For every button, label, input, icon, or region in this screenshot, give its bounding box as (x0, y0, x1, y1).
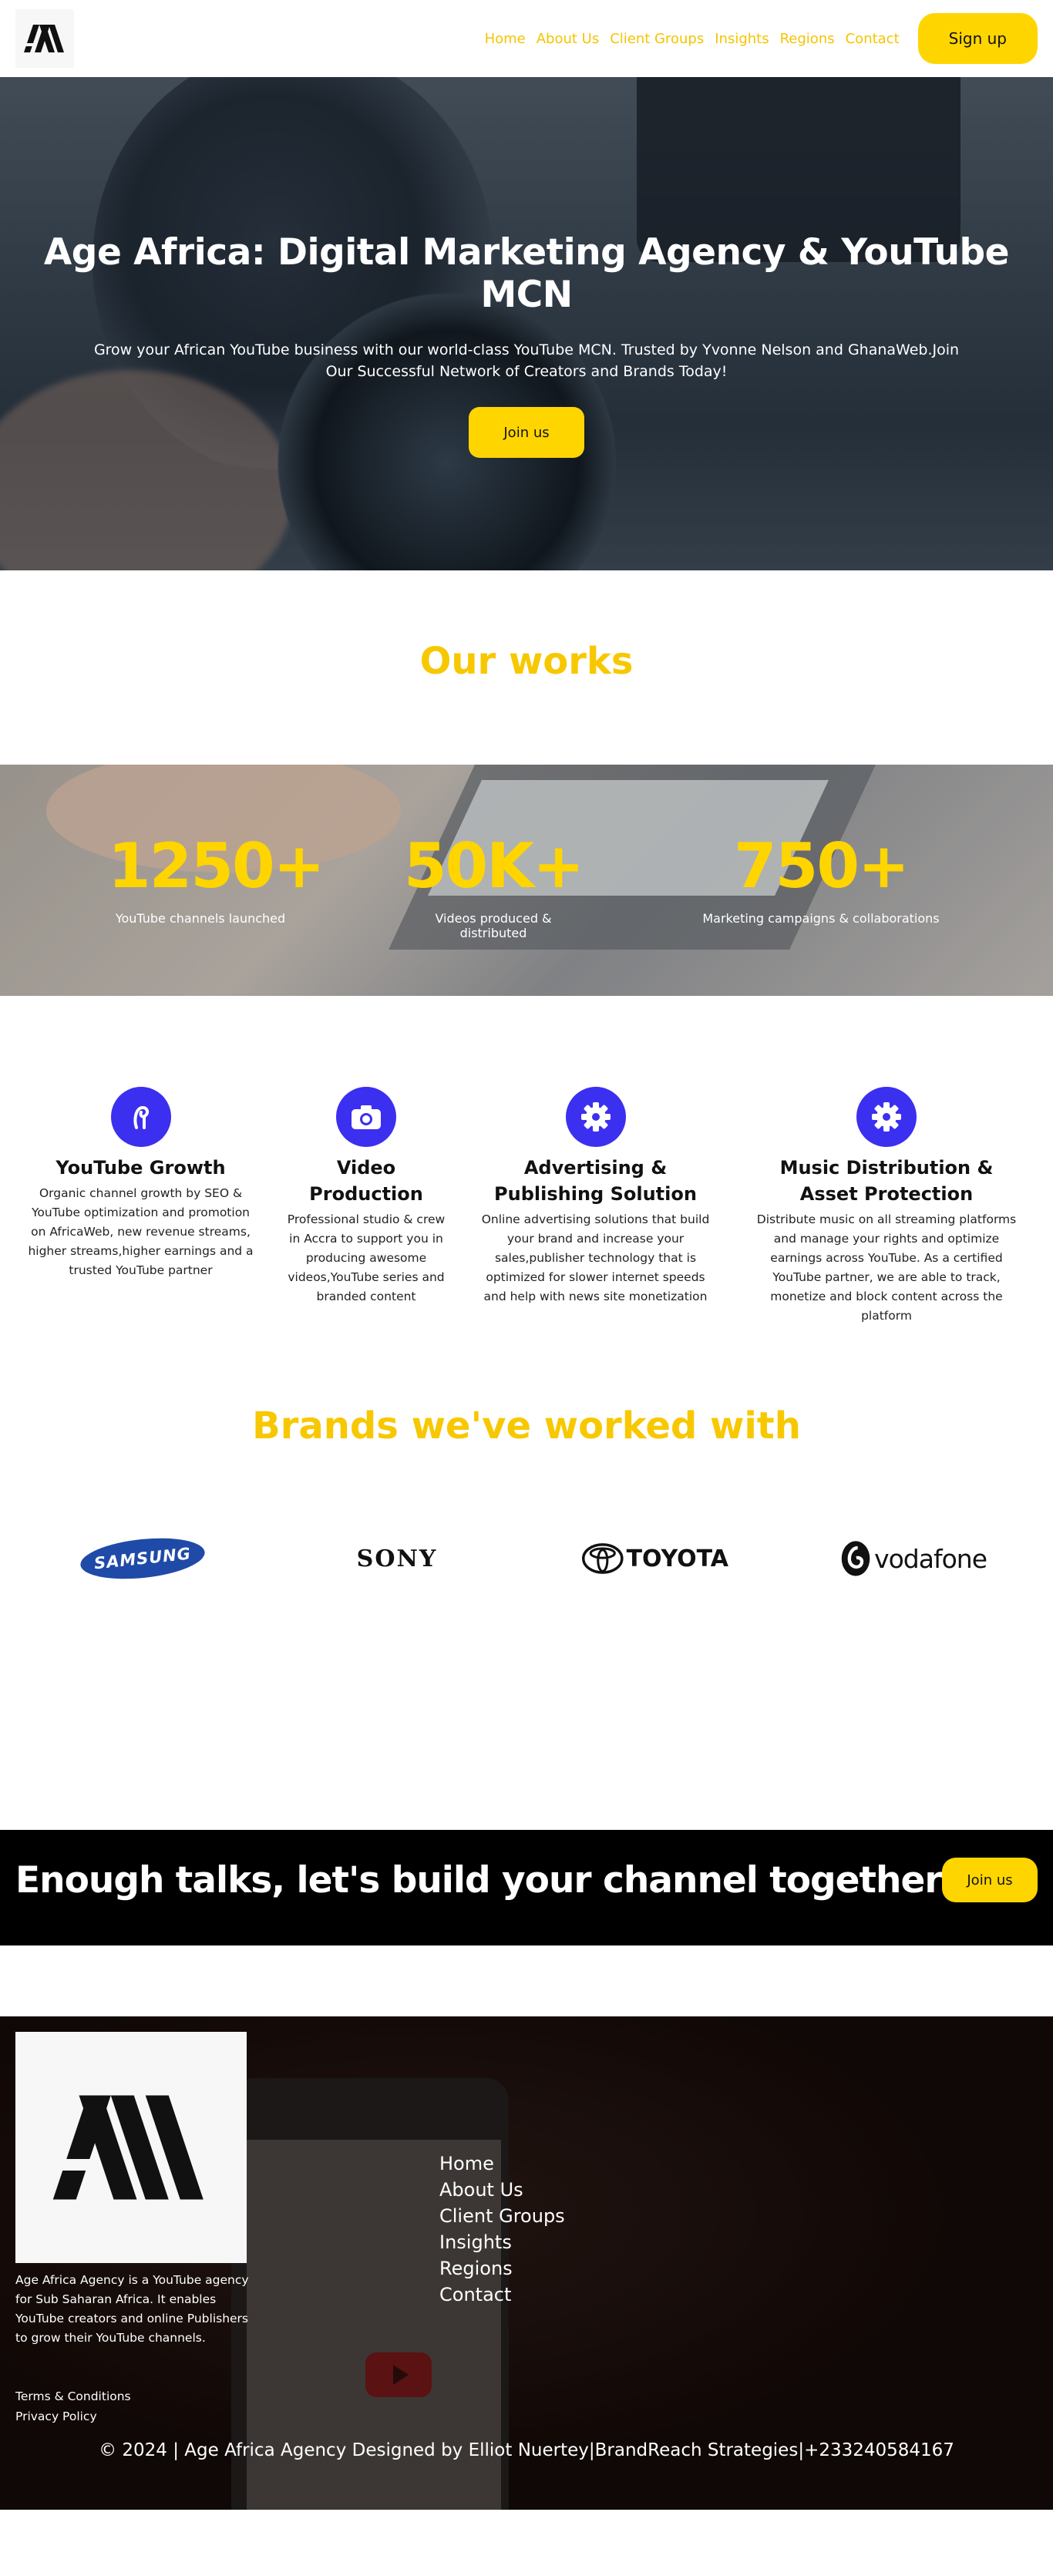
brands-section: SAMSUNG SONY TOYOTA vodafone (0, 1532, 1053, 1830)
stat-label: YouTube channels launched (115, 911, 286, 926)
footer-nav-regions[interactable]: Regions (439, 2255, 565, 2282)
footer-nav-home[interactable]: Home (439, 2151, 565, 2177)
brand-logo-toyota: TOYOTA (582, 1535, 728, 1582)
gear-icon (856, 1087, 917, 1147)
cta-heading: Enough talks, let's build your channel t… (15, 1858, 943, 1902)
stat-videos: 50K+ Videos produced & distributed (401, 830, 586, 941)
service-description: Professional studio & crew in Accra to s… (287, 1212, 446, 1303)
services-section: YouTube Growth Organic channel growth by… (0, 996, 1053, 1397)
stats-section: 1250+ YouTube channels launched 50K+ Vid… (0, 765, 1053, 996)
logo-icon (24, 25, 64, 52)
cta-join-button[interactable]: Join us (942, 1858, 1038, 1902)
section-spacer (0, 1945, 1053, 2016)
brand-logo-samsung: SAMSUNG (77, 1532, 208, 1585)
service-title: Music Distribution & Asset Protection (779, 1157, 994, 1205)
stat-value: 750+ (733, 830, 910, 902)
main-nav: Home About Us Client Groups Insights Reg… (485, 13, 1038, 64)
stat-label: Videos produced & distributed (435, 911, 552, 940)
growth-icon (110, 1087, 171, 1147)
service-title: Video Production (309, 1157, 423, 1205)
brand-logo-sony: SONY (339, 1535, 455, 1582)
brand-logo-vodafone: vodafone (840, 1535, 987, 1582)
stat-value: 50K+ (403, 830, 584, 902)
footer-nav: Home About Us Client Groups Insights Reg… (439, 2151, 565, 2308)
site-header: Home About Us Client Groups Insights Reg… (0, 0, 1053, 77)
service-title: Advertising & Publishing Solution (494, 1157, 697, 1205)
footer-nav-insights[interactable]: Insights (439, 2229, 565, 2255)
nav-home[interactable]: Home (485, 31, 526, 47)
brand-name: TOYOTA (626, 1545, 728, 1572)
footer-nav-about-us[interactable]: About Us (439, 2177, 565, 2203)
nav-client-groups[interactable]: Client Groups (610, 31, 704, 47)
service-description: Distribute music on all streaming platfo… (756, 1212, 1017, 1323)
nav-about-us[interactable]: About Us (537, 31, 600, 47)
privacy-link[interactable]: Privacy Policy (15, 2406, 131, 2426)
service-youtube-growth: YouTube Growth Organic channel growth by… (23, 1087, 258, 1280)
page-bottom-space (0, 2510, 1053, 2576)
signup-button[interactable]: Sign up (917, 13, 1038, 64)
camera-icon (336, 1087, 396, 1147)
hero-content: Age Africa: Digital Marketing Agency & Y… (0, 77, 1053, 570)
footer-legal-links: Terms & Conditions Privacy Policy (15, 2386, 131, 2426)
vodafone-emblem-icon (841, 1541, 870, 1576)
nav-regions[interactable]: Regions (780, 31, 835, 47)
nav-contact[interactable]: Contact (846, 31, 900, 47)
site-logo[interactable] (15, 9, 74, 68)
service-description: Organic channel growth by SEO & YouTube … (28, 1186, 254, 1277)
hero-section: Age Africa: Digital Marketing Agency & Y… (0, 77, 1053, 570)
toyota-emblem-icon (582, 1543, 624, 1574)
footer-nav-client-groups[interactable]: Client Groups (439, 2203, 565, 2229)
service-music-distribution: Music Distribution & Asset Protection Di… (748, 1087, 1025, 1326)
stat-campaigns: 750+ Marketing campaigns & collaboration… (694, 836, 948, 926)
brands-title: Brands we've worked with (252, 1404, 801, 1448)
stat-value: 1250+ (108, 830, 325, 902)
hero-subtitle: Grow your African YouTube business with … (93, 341, 960, 380)
service-advertising: Advertising & Publishing Solution Online… (474, 1087, 717, 1306)
hero-join-button[interactable]: Join us (469, 407, 584, 458)
gear-icon (565, 1087, 626, 1147)
service-video-production: Video Production Professional studio & c… (281, 1087, 451, 1306)
stat-channels: 1250+ YouTube channels launched (108, 830, 325, 926)
brand-name: SAMSUNG (93, 1544, 193, 1573)
footer-logo[interactable] (15, 2032, 247, 2263)
logo-icon (52, 2095, 204, 2200)
brand-name: SONY (356, 1545, 438, 1572)
terms-link[interactable]: Terms & Conditions (15, 2386, 131, 2406)
service-description: Online advertising solutions that build … (481, 1212, 710, 1303)
footer-nav-contact[interactable]: Contact (439, 2282, 565, 2308)
nav-insights[interactable]: Insights (715, 31, 769, 47)
stat-label: Marketing campaigns & collaborations (702, 911, 940, 926)
footer-about-text: Age Africa Agency is a YouTube agency fo… (15, 2273, 249, 2345)
cta-banner: Enough talks, let's build your channel t… (0, 1830, 1053, 1945)
service-title: YouTube Growth (56, 1157, 226, 1179)
hero-title: Age Africa: Digital Marketing Agency & Y… (43, 231, 1010, 316)
works-title: Our works (419, 640, 634, 683)
brand-name: vodafone (874, 1543, 987, 1574)
copyright-text: © 2024 | Age Africa Agency Designed by E… (99, 2440, 954, 2460)
site-footer: Age Africa Agency is a YouTube agency fo… (0, 2016, 1053, 2510)
